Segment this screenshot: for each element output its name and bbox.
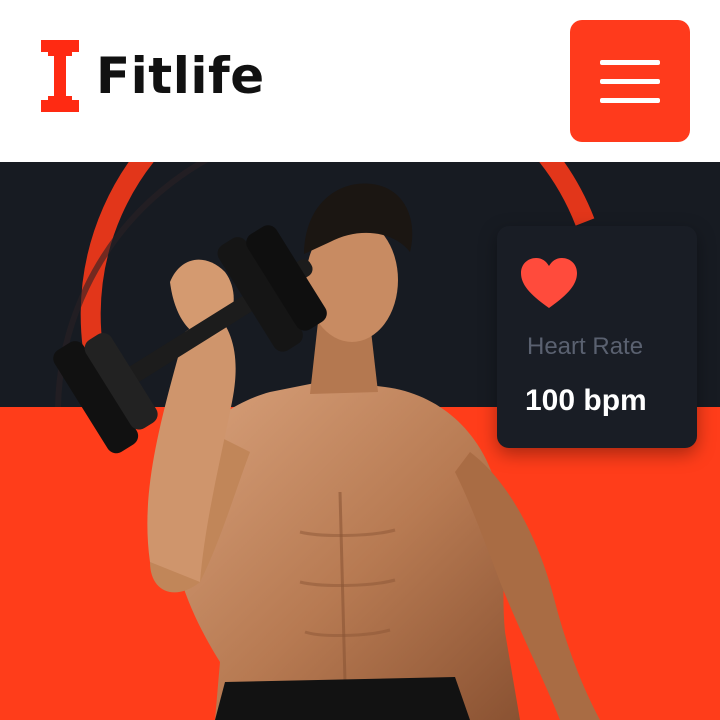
hamburger-menu-icon-bar-2 <box>600 78 660 84</box>
hamburger-menu-icon-bar-3 <box>600 97 660 103</box>
brand-name: Fitlife <box>96 47 265 105</box>
heart-icon <box>521 258 577 308</box>
site-header: Fitlife <box>0 0 720 162</box>
heart-rate-value: 100 bpm <box>525 384 647 417</box>
hamburger-menu-icon <box>600 59 660 65</box>
brand-logo[interactable]: Fitlife <box>40 40 265 112</box>
dumbbell-icon <box>41 40 79 112</box>
heart-rate-label: Heart Rate <box>527 333 644 360</box>
menu-button[interactable] <box>570 20 690 142</box>
